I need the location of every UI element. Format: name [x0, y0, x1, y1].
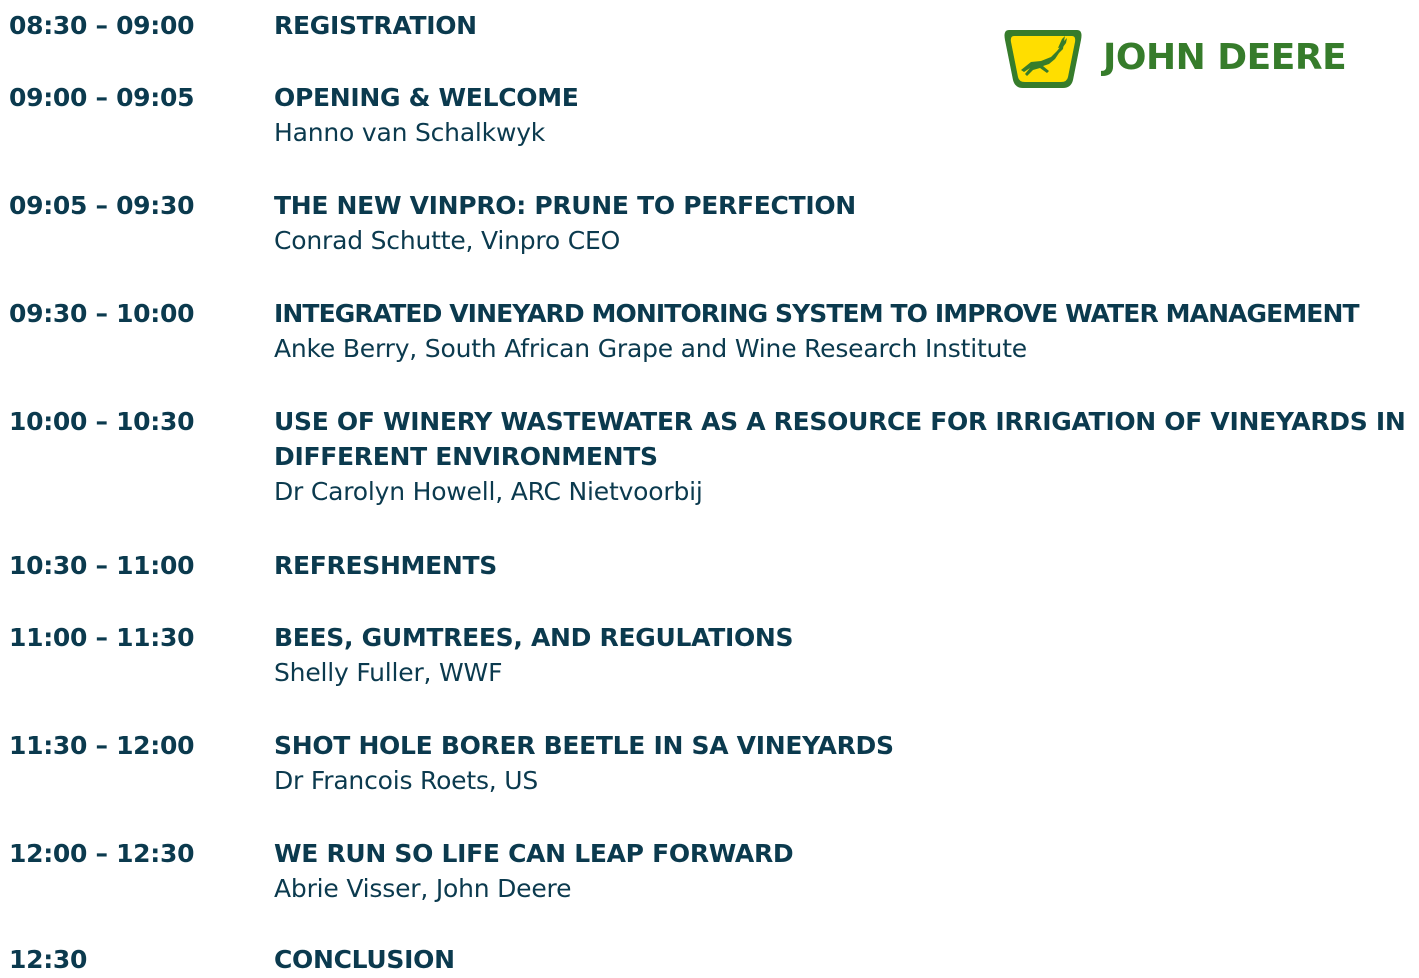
- agenda-title: USE OF WINERY WASTEWATER AS A RESOURCE F…: [274, 407, 1406, 471]
- agenda-speaker: Conrad Schutte, Vinpro CEO: [274, 226, 621, 255]
- agenda-time: 08:30 – 09:00: [9, 11, 195, 40]
- brand-name: JOHN DEERE: [1103, 37, 1347, 78]
- agenda-title: WE RUN SO LIFE CAN LEAP FORWARD: [274, 839, 794, 868]
- agenda-time: 11:00 – 11:30: [9, 623, 195, 652]
- agenda-time: 09:30 – 10:00: [9, 299, 195, 328]
- agenda-speaker: Hanno van Schalkwyk: [274, 118, 546, 147]
- agenda-content: USE OF WINERY WASTEWATER AS A RESOURCE F…: [274, 404, 1409, 510]
- agenda-content: INTEGRATED VINEYARD MONITORING SYSTEM TO…: [274, 296, 1409, 367]
- agenda-speaker: Shelly Fuller, WWF: [274, 658, 503, 687]
- agenda-time: 12:30: [9, 945, 88, 974]
- agenda-content: THE NEW VINPRO: PRUNE TO PERFECTION Conr…: [274, 188, 1409, 259]
- agenda-content: WE RUN SO LIFE CAN LEAP FORWARD Abrie Vi…: [274, 836, 1409, 907]
- agenda-title: THE NEW VINPRO: PRUNE TO PERFECTION: [274, 191, 856, 220]
- agenda-speaker: Dr Carolyn Howell, ARC Nietvoorbij: [274, 477, 703, 506]
- agenda-time: 10:00 – 10:30: [9, 407, 195, 436]
- agenda-speaker: Dr Francois Roets, US: [274, 766, 539, 795]
- agenda-time: 10:30 – 11:00: [9, 551, 195, 580]
- agenda-title: REFRESHMENTS: [274, 551, 497, 580]
- agenda-speaker: Abrie Visser, John Deere: [274, 874, 572, 903]
- agenda-time: 12:00 – 12:30: [9, 839, 195, 868]
- leaping-deer-icon: [1004, 30, 1082, 88]
- agenda-content: SHOT HOLE BORER BEETLE IN SA VINEYARDS D…: [274, 728, 1409, 799]
- agenda-title: SHOT HOLE BORER BEETLE IN SA VINEYARDS: [274, 731, 894, 760]
- agenda-time: 11:30 – 12:00: [9, 731, 195, 760]
- agenda-title: BEES, GUMTREES, AND REGULATIONS: [274, 623, 794, 652]
- john-deere-logo: JOHN DEERE: [1001, 26, 1401, 96]
- agenda-title: INTEGRATED VINEYARD MONITORING SYSTEM TO…: [274, 299, 1360, 328]
- agenda-time: 09:00 – 09:05: [9, 83, 195, 112]
- agenda-time: 09:05 – 09:30: [9, 191, 195, 220]
- agenda-speaker: Anke Berry, South African Grape and Wine…: [274, 334, 1027, 363]
- agenda-content: REFRESHMENTS: [274, 548, 1409, 583]
- agenda-content: BEES, GUMTREES, AND REGULATIONS Shelly F…: [274, 620, 1409, 691]
